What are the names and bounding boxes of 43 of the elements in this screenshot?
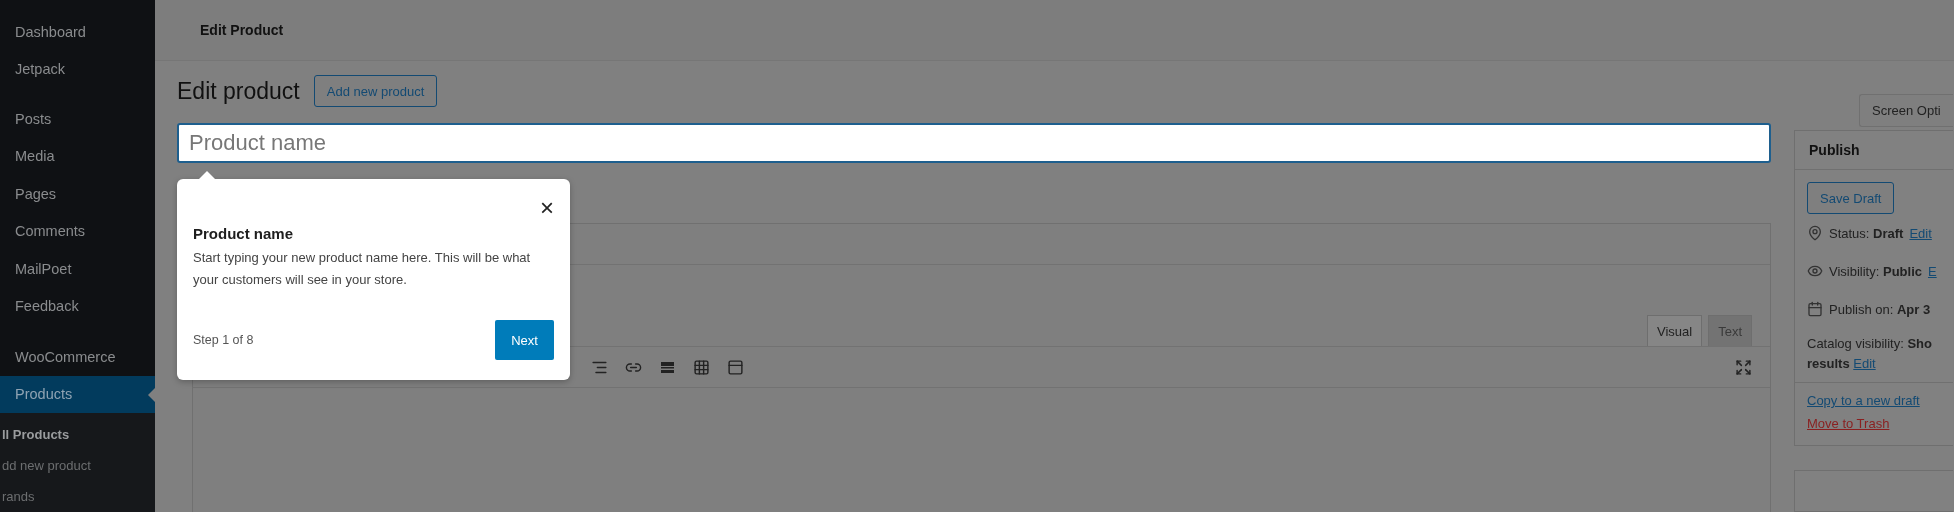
panel-icon[interactable] — [727, 358, 744, 376]
step-counter: Step 1 of 8 — [193, 333, 254, 347]
copy-draft-link[interactable]: Copy to a new draft — [1807, 393, 1920, 408]
add-product-button[interactable]: Add new product — [313, 75, 438, 107]
next-button[interactable]: Next — [495, 320, 554, 360]
publish-info: Status: Draft — [1829, 225, 1904, 241]
submenu-item[interactable]: rands — [0, 481, 155, 512]
catalog-visibility: Catalog visibility: Sho — [1807, 336, 1932, 351]
edit-link[interactable]: E — [1928, 263, 1937, 279]
product-name-field[interactable]: Product name — [177, 123, 1771, 163]
editor-tab[interactable]: Visual — [1646, 315, 1703, 346]
catalog-visibility-value: results — [1807, 356, 1850, 371]
sidebar-item[interactable]: Pages — [0, 175, 155, 213]
submenu-item[interactable]: ll Products — [0, 419, 155, 450]
publish-info: Publish on: Apr 3 — [1829, 301, 1931, 317]
sidebar-item[interactable]: MailPoet — [0, 250, 155, 288]
eye-icon — [1807, 263, 1823, 279]
sidebar-item[interactable]: Products — [0, 375, 155, 413]
sidebar-item[interactable]: Comments — [0, 212, 155, 250]
publish-title: Publish — [1795, 131, 1953, 170]
screen-options-button[interactable]: Screen Opti — [1859, 94, 1953, 127]
sidebar-item[interactable]: Dashboard — [0, 13, 155, 51]
close-button[interactable]: × — [540, 197, 554, 219]
publish-info: Visibility: Public — [1829, 263, 1922, 279]
sidebar-item[interactable]: WooCommerce — [0, 338, 155, 376]
pin-icon — [1807, 225, 1823, 241]
save-draft-button[interactable]: Save Draft — [1807, 182, 1895, 214]
fullscreen-icon[interactable] — [1735, 358, 1752, 376]
calendar-icon — [1807, 301, 1823, 317]
editor-tab[interactable]: Text — [1708, 315, 1752, 346]
sidebar-item[interactable]: Media — [0, 137, 155, 175]
sidebar-item[interactable]: Feedback — [0, 287, 155, 325]
header-title: Edit Product — [200, 22, 284, 38]
edit-link[interactable]: Edit — [1853, 356, 1876, 371]
trash-link[interactable]: Move to Trash — [1807, 416, 1890, 431]
tour-text: Start typing your new product name here. This will be what your customers will see in your store. — [193, 249, 532, 289]
grid-icon[interactable] — [693, 358, 710, 376]
sidebar-item[interactable]: Jetpack — [0, 50, 155, 88]
tour-title: Product name — [193, 225, 295, 242]
edit-link[interactable]: Edit — [1909, 225, 1932, 241]
page-title: Edit product — [177, 77, 300, 105]
sidebar-item[interactable]: Posts — [0, 100, 155, 138]
submenu-item[interactable]: dd new product — [0, 450, 155, 481]
